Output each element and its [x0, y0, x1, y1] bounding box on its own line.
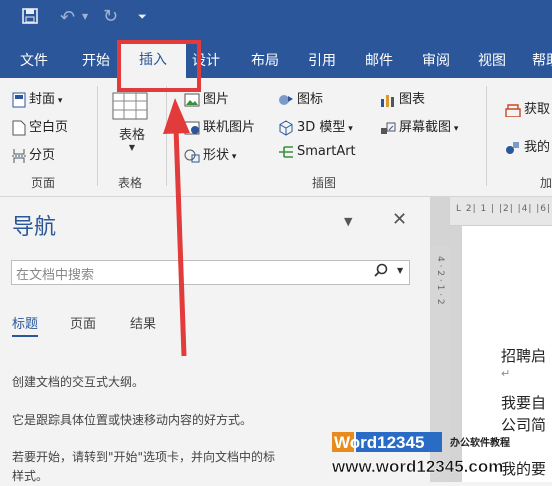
watermark-sub: 办公软件教程	[450, 436, 510, 449]
screenshot-icon	[381, 122, 396, 134]
store-icon	[505, 103, 521, 117]
nav-help-line-2: 它是跟踪具体位置或快速移动内容的好方式。	[12, 413, 253, 427]
tab-references[interactable]: 引用	[308, 50, 336, 70]
table-button[interactable]: 表格 ▼	[112, 92, 156, 152]
watermark-brand: Word12345	[334, 433, 424, 452]
tab-home[interactable]: 开始	[82, 50, 110, 70]
table-label: 表格	[118, 128, 145, 143]
horizontal-ruler[interactable]: L 2| 1 | |2| |4| |6|	[450, 197, 552, 226]
separator	[166, 86, 167, 186]
blank-page-button[interactable]: 空白页	[12, 116, 68, 136]
blank-page-icon	[12, 120, 26, 135]
close-icon[interactable]: ✕	[392, 209, 407, 230]
icons-button[interactable]: 图标	[278, 88, 323, 107]
group-label-pages: 页面	[31, 176, 56, 190]
tab-results[interactable]: 结果	[130, 313, 156, 332]
undo-icon[interactable]: ↶	[60, 7, 75, 28]
quick-access-toolbar: ↶ ▼ ↻ ⏷	[0, 0, 552, 38]
addins-icon	[506, 141, 519, 154]
search-input[interactable]: 在文档中搜索 ▼	[11, 260, 410, 285]
watermark: Word12345 办公软件教程 www.word12345.com	[326, 424, 552, 482]
smartart-icon	[279, 145, 293, 158]
page-break-button[interactable]: 分页	[12, 144, 55, 164]
tab-layout[interactable]: 布局	[251, 50, 279, 70]
cover-page-icon	[12, 92, 26, 107]
ribbon-tabs: 文件 开始 插入 设计 布局 引用 邮件 审阅 视图 帮助	[0, 38, 552, 78]
separator	[97, 86, 98, 186]
nav-help-line-3: 若要开始，请转到"开始"选项卡，并向文档中的标	[12, 450, 276, 464]
search-icon[interactable]	[374, 263, 388, 281]
table-icon	[112, 92, 148, 120]
search-dropdown-icon[interactable]: ▼	[397, 266, 403, 275]
group-label-addins: 加	[540, 176, 552, 190]
highlight-box	[117, 40, 201, 92]
doc-line-1[interactable]: 招聘启	[501, 345, 546, 366]
get-addins-button[interactable]: 获取	[505, 98, 550, 117]
ruler-marks: L 2| 1 | |2| |4| |6|	[456, 204, 552, 214]
ribbon-insert: 封面 ▾ 空白页 分页 页面 表格 ▼ 表格 图片 联机图片 形状 ▾ 图标 3…	[0, 78, 552, 197]
doc-line-2[interactable]: 我要自	[501, 392, 546, 413]
my-addins-button[interactable]: 我的	[505, 136, 550, 155]
tab-headings[interactable]: 标题	[12, 313, 39, 337]
smartart-button[interactable]: SmartArt	[278, 144, 356, 159]
redo-icon[interactable]: ↻	[103, 6, 118, 27]
online-picture-icon	[184, 121, 200, 134]
separator	[486, 86, 487, 186]
tab-mailings[interactable]: 邮件	[365, 50, 393, 70]
tab-file[interactable]: 文件	[20, 50, 48, 70]
tab-view[interactable]: 视图	[478, 50, 506, 70]
nav-help-line-1: 创建文档的交互式大纲。	[12, 375, 145, 389]
screenshot-button[interactable]: 屏幕截图 ▾	[380, 116, 458, 135]
shapes-icon	[184, 149, 200, 162]
undo-dropdown-icon[interactable]: ▼	[82, 12, 88, 21]
picture-icon	[184, 93, 200, 106]
cover-page-button[interactable]: 封面 ▾	[12, 88, 62, 108]
tab-pages[interactable]: 页面	[70, 313, 96, 332]
chevron-down-icon: ▼	[128, 143, 136, 152]
group-label-tables: 表格	[118, 176, 143, 190]
tab-review[interactable]: 审阅	[422, 50, 450, 70]
customize-qat-icon[interactable]: ⏷	[138, 10, 147, 24]
chart-icon	[381, 94, 394, 107]
tab-help[interactable]: 帮助	[532, 50, 552, 70]
chart-button[interactable]: 图表	[380, 88, 425, 107]
online-pictures-button[interactable]: 联机图片	[184, 116, 255, 135]
save-icon[interactable]	[22, 8, 38, 28]
group-label-illustrations: 插图	[312, 176, 337, 190]
nav-title: 导航	[12, 215, 57, 240]
nav-options-icon[interactable]: ▼	[344, 215, 352, 228]
cube-icon	[279, 119, 293, 136]
page-break-icon	[12, 148, 26, 163]
3d-models-button[interactable]: 3D 模型 ▾	[278, 116, 353, 136]
vertical-ruler-marks: 4 · 2 · 1 · 2	[435, 256, 445, 305]
nav-help-line-4: 样式。	[12, 469, 49, 483]
search-placeholder: 在文档中搜索	[16, 268, 95, 283]
shapes-button[interactable]: 形状 ▾	[184, 144, 236, 163]
icons-icon	[279, 94, 293, 105]
paragraph-mark-icon: ↵	[501, 367, 511, 380]
watermark-url: www.word12345.com	[331, 457, 503, 476]
